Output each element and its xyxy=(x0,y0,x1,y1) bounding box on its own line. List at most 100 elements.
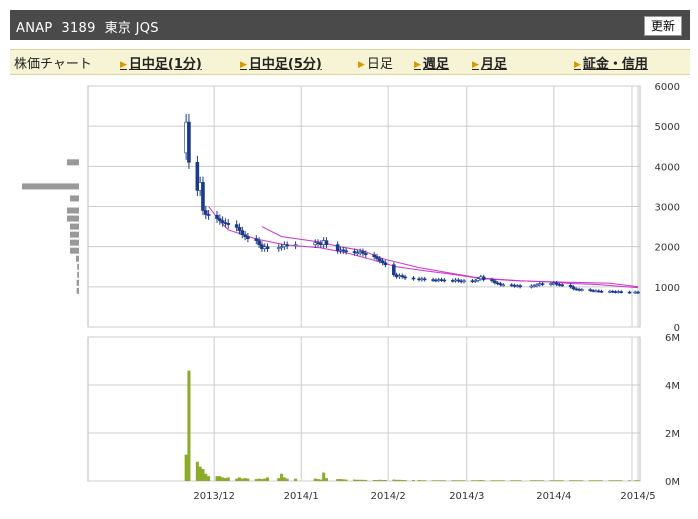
volume-tick-label: 4M xyxy=(665,381,680,392)
volume-bar xyxy=(597,480,601,481)
price-tick-label: 4000 xyxy=(655,162,680,173)
volume-bar xyxy=(434,480,438,481)
volume-bar xyxy=(442,480,446,481)
candle-body xyxy=(403,276,407,279)
volume-bar xyxy=(243,478,247,481)
volume-bar xyxy=(633,480,637,481)
price-tick-label: 1000 xyxy=(655,283,680,294)
volume-profile-bar xyxy=(67,207,79,214)
volume-bar xyxy=(614,480,618,481)
x-tick-label: 2014/2 xyxy=(371,491,406,502)
volume-bar xyxy=(254,479,258,481)
volume-bar xyxy=(341,479,345,481)
stock-chart: 01000200030004000500060000M2M4M6M2013/12… xyxy=(22,82,680,502)
volume-bar xyxy=(628,480,632,481)
volume-bar xyxy=(482,480,486,481)
volume-bar xyxy=(591,480,595,481)
candle-body xyxy=(254,238,259,241)
volume-bar xyxy=(319,479,323,481)
volume-bar xyxy=(260,479,264,481)
candle-body xyxy=(599,290,604,293)
volume-bar xyxy=(437,480,441,481)
volume-bar xyxy=(277,478,281,481)
volume-bar xyxy=(423,480,427,481)
volume-bar xyxy=(240,478,244,481)
volume-bar xyxy=(381,480,385,481)
volume-bar xyxy=(456,480,460,481)
volume-bar xyxy=(403,480,407,481)
volume-bar xyxy=(285,478,289,481)
x-tick-label: 2014/1 xyxy=(284,491,319,502)
candle-body xyxy=(372,254,376,258)
price-tick-label: 5000 xyxy=(655,122,680,133)
volume-bar xyxy=(555,480,559,481)
volume-bar xyxy=(184,454,188,481)
volume-bar xyxy=(571,480,575,481)
candle-body xyxy=(501,284,506,287)
volume-bar xyxy=(266,477,270,481)
candle-body xyxy=(518,285,522,288)
volume-bar xyxy=(574,480,578,481)
volume-profile-bar xyxy=(70,247,79,254)
candle-body xyxy=(375,256,379,260)
volume-bar xyxy=(195,461,199,481)
volume-profile-bar xyxy=(67,159,79,166)
volume-bar xyxy=(204,473,208,481)
volume-tick-label: 0M xyxy=(665,477,680,488)
volume-bar xyxy=(636,480,640,481)
volume-bar xyxy=(392,479,396,481)
x-tick-label: 2014/4 xyxy=(536,491,571,502)
x-tick-label: 2014/3 xyxy=(449,491,484,502)
candle-body xyxy=(580,289,584,291)
volume-bar xyxy=(577,480,581,481)
volume-bar xyxy=(459,480,463,481)
volume-bar xyxy=(316,479,320,481)
volume-bar xyxy=(201,469,205,481)
candle-body xyxy=(215,215,219,219)
volume-panel xyxy=(87,336,641,482)
volume-bar xyxy=(513,480,517,481)
candle-body xyxy=(462,280,466,283)
volume-bar xyxy=(518,480,522,481)
volume-bar xyxy=(344,479,348,481)
volume-bar xyxy=(280,473,284,481)
candle-body xyxy=(285,244,289,247)
candle-body xyxy=(361,251,365,254)
volume-bar xyxy=(611,480,615,481)
volume-bar xyxy=(221,477,225,481)
volume-bar xyxy=(338,479,342,481)
candle-body xyxy=(380,260,385,264)
candle-body xyxy=(442,279,447,282)
volume-bar xyxy=(383,480,387,481)
volume-profile-bar xyxy=(70,231,79,238)
volume-bar xyxy=(358,479,362,481)
candle-body xyxy=(226,223,231,225)
candle-body xyxy=(237,227,242,231)
volume-bar xyxy=(535,480,539,481)
volume-bar xyxy=(361,479,365,481)
candle-body xyxy=(265,246,270,249)
volume-bar xyxy=(473,480,477,481)
candle-body xyxy=(246,236,250,239)
volume-bar xyxy=(246,478,250,481)
volume-bar xyxy=(431,480,435,481)
volume-bar xyxy=(263,478,267,481)
volume-bar xyxy=(324,478,328,481)
volume-bar xyxy=(257,478,261,481)
volume-bar xyxy=(476,480,480,481)
volume-bar xyxy=(470,480,474,481)
volume-bar xyxy=(541,480,545,481)
volume-bar xyxy=(417,480,421,481)
volume-bar xyxy=(479,480,483,481)
candle-body xyxy=(571,286,576,290)
volume-tick-label: 6M xyxy=(665,333,680,344)
volume-bar xyxy=(496,480,500,481)
candle-body xyxy=(627,291,632,294)
volume-bar xyxy=(616,480,620,481)
volume-bar xyxy=(375,480,379,481)
volume-bar xyxy=(538,480,542,481)
volume-tick-label: 2M xyxy=(665,429,680,440)
volume-bar xyxy=(198,466,202,481)
volume-bar xyxy=(235,478,239,481)
volume-bar xyxy=(532,480,536,481)
